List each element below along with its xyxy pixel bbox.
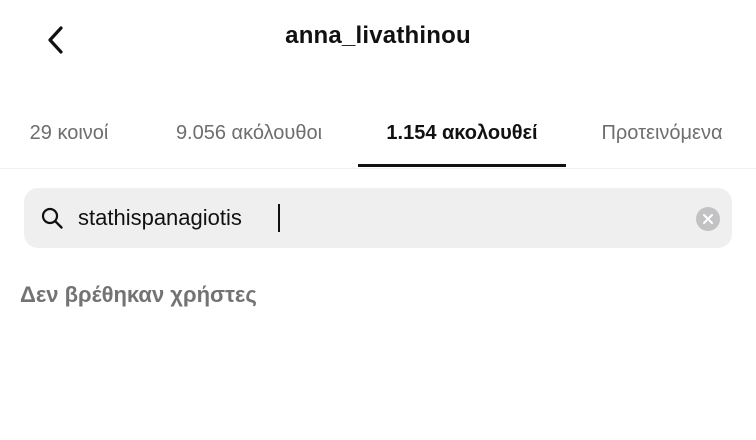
- tab-followers[interactable]: 9.056 ακόλουθοι: [150, 100, 348, 166]
- tab-suggested[interactable]: Προτεινόμενα: [580, 100, 744, 166]
- clear-search-button[interactable]: [696, 207, 720, 231]
- text-cursor: [278, 204, 280, 232]
- tab-following[interactable]: 1.154 ακολουθεί: [358, 100, 566, 167]
- clear-icon: [703, 214, 713, 224]
- page-title: anna_livathinou: [285, 22, 471, 49]
- tab-mutual[interactable]: 29 κοινοί: [10, 100, 128, 166]
- tab-bar: 29 κοινοί 9.056 ακόλουθοι 1.154 ακολουθε…: [0, 100, 756, 169]
- search-bar: [24, 188, 732, 248]
- search-icon: [41, 207, 63, 229]
- search-input[interactable]: [78, 200, 678, 236]
- no-results-message: Δεν βρέθηκαν χρήστες: [20, 282, 257, 307]
- top-bar: anna_livathinou: [0, 0, 756, 80]
